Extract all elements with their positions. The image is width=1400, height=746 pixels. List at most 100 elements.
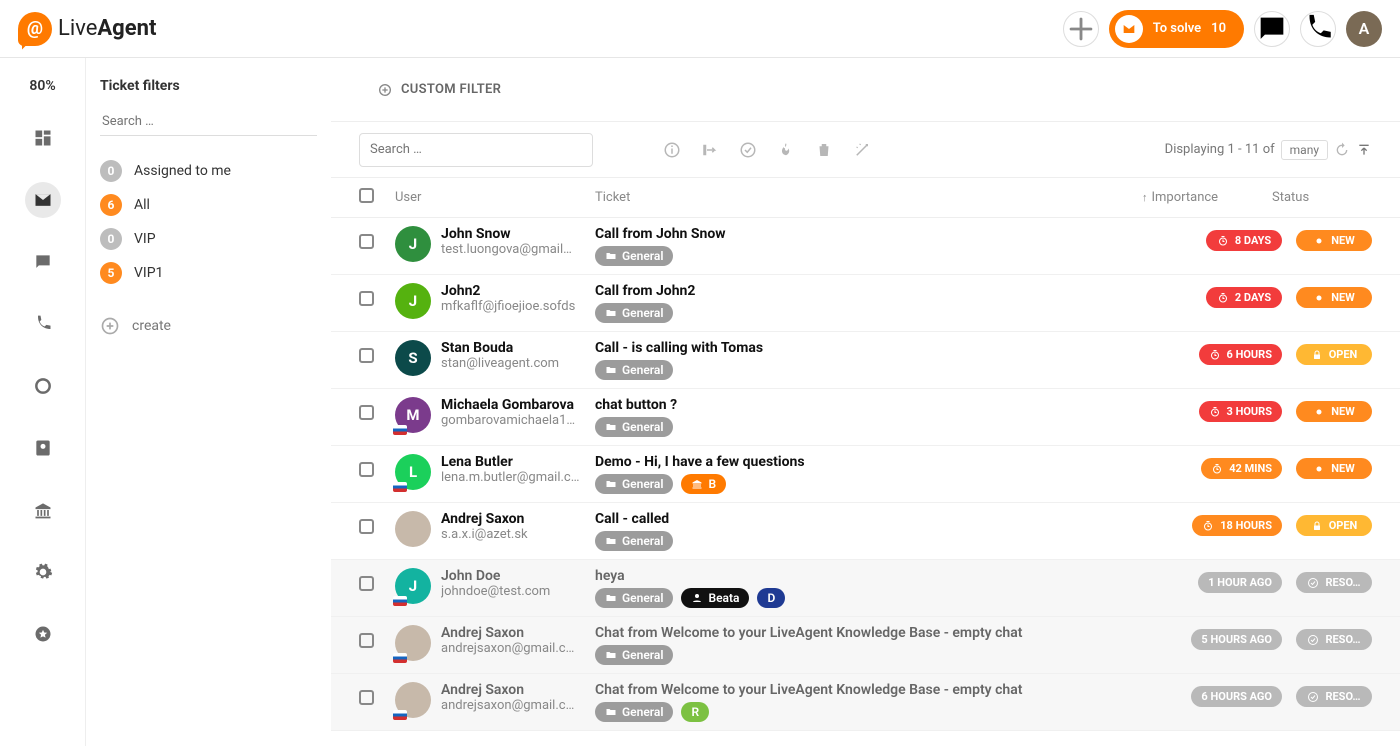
status-label: RESO…	[1325, 690, 1360, 703]
main: CUSTOM FILTER Displaying 1 - 11 of many …	[331, 58, 1400, 746]
filter-item[interactable]: 0VIP	[100, 222, 317, 256]
row-checkbox[interactable]	[359, 291, 374, 306]
ticket-search-input[interactable]	[359, 133, 593, 167]
ticket-row[interactable]: Andrej Saxon andrejsaxon@gmail.c… Chat f…	[331, 674, 1400, 731]
tag[interactable]: General	[595, 246, 673, 266]
status-pill: NEW	[1296, 230, 1372, 251]
brand-text-live: Live	[58, 16, 97, 41]
status-label: RESO…	[1325, 633, 1360, 646]
wand-icon[interactable]	[853, 141, 871, 159]
brand-text: LiveAgent	[58, 16, 156, 41]
tag[interactable]: General	[595, 702, 673, 722]
user-name: Andrej Saxon	[441, 625, 574, 641]
importance-label: 1 HOUR AGO	[1208, 576, 1272, 589]
row-checkbox[interactable]	[359, 462, 374, 477]
row-checkbox[interactable]	[359, 348, 374, 363]
topbar-right: To solve 10 A	[1063, 10, 1382, 48]
tag[interactable]: General	[595, 360, 673, 380]
new-ticket-button[interactable]	[1063, 11, 1099, 47]
tag-row: General	[595, 246, 1206, 266]
user-name: John Doe	[441, 568, 550, 584]
chat-button[interactable]	[1254, 11, 1290, 47]
avatar: L	[395, 454, 431, 490]
flame-icon[interactable]	[777, 141, 795, 159]
ticket-row[interactable]: S Stan Bouda stan@liveagent.com Call - i…	[331, 332, 1400, 389]
info-icon[interactable]	[663, 141, 681, 159]
nav-companies[interactable]	[25, 492, 61, 528]
row-checkbox[interactable]	[359, 690, 374, 705]
nav-chats[interactable]	[25, 244, 61, 280]
custom-filter-bar[interactable]: CUSTOM FILTER	[331, 58, 1400, 122]
importance-pill: 5 HOURS AGO	[1191, 629, 1282, 650]
ticket-list[interactable]: J John Snow test.luongova@gmail… Call fr…	[331, 218, 1400, 746]
filter-label: VIP	[134, 231, 156, 247]
tag-label: General	[622, 705, 663, 719]
filter-label: VIP1	[134, 265, 163, 281]
col-status[interactable]: Status	[1272, 190, 1372, 205]
nav-extensions[interactable]	[25, 616, 61, 652]
tag[interactable]: R	[681, 702, 709, 722]
row-checkbox[interactable]	[359, 633, 374, 648]
status-pill: NEW	[1296, 458, 1372, 479]
call-button[interactable]	[1300, 11, 1336, 47]
select-all-checkbox[interactable]	[359, 188, 374, 203]
scroll-top-icon[interactable]	[1356, 142, 1372, 158]
row-checkbox[interactable]	[359, 576, 374, 591]
row-checkbox[interactable]	[359, 405, 374, 420]
tag[interactable]: General	[595, 474, 673, 494]
tag[interactable]: General	[595, 303, 673, 323]
tag[interactable]: General	[595, 645, 673, 665]
ticket-row[interactable]: J John Snow test.luongova@gmail… Call fr…	[331, 218, 1400, 275]
tag-label: General	[622, 534, 663, 548]
resolve-icon[interactable]	[739, 141, 757, 159]
filter-item[interactable]: 0Assigned to me	[100, 154, 317, 188]
nav-reports[interactable]	[25, 368, 61, 404]
nav-tickets[interactable]	[25, 182, 61, 218]
tag[interactable]: General	[595, 417, 673, 437]
ticket-row[interactable]: Andrej Saxon s.a.x.i@azet.sk Call - call…	[331, 503, 1400, 560]
status-pill: RESO…	[1296, 629, 1372, 650]
ticket-row[interactable]: Andrej Saxon andrejsaxon@gmail.c… Chat f…	[331, 617, 1400, 674]
custom-filter-label: CUSTOM FILTER	[401, 82, 501, 97]
to-solve-button[interactable]: To solve 10	[1109, 10, 1244, 48]
trash-icon[interactable]	[815, 141, 833, 159]
tag[interactable]: D	[757, 588, 785, 608]
avatar: J	[395, 283, 431, 319]
nav-settings[interactable]	[25, 554, 61, 590]
status-label: NEW	[1331, 234, 1355, 247]
ticket-row[interactable]: J John Doe johndoe@test.com heya General…	[331, 560, 1400, 617]
importance-label: 3 HOURS	[1227, 405, 1272, 418]
status-pill: RESO…	[1296, 686, 1372, 707]
ticket-row[interactable]: L Lena Butler lena.m.butler@gmail.c… Dem…	[331, 446, 1400, 503]
filters-search-input[interactable]	[100, 108, 317, 136]
row-checkbox[interactable]	[359, 519, 374, 534]
plus-circle-icon	[377, 82, 393, 98]
ticket-row[interactable]: M Michaela Gombarova gombarovamichaela1……	[331, 389, 1400, 446]
transfer-icon[interactable]	[701, 141, 719, 159]
row-checkbox[interactable]	[359, 234, 374, 249]
col-ticket[interactable]: Ticket	[595, 190, 1142, 205]
tag[interactable]: Beata	[681, 588, 749, 608]
tag-row: General	[595, 360, 1199, 380]
filter-item[interactable]: 6All	[100, 188, 317, 222]
refresh-icon[interactable]	[1334, 142, 1350, 158]
nav-calls[interactable]	[25, 306, 61, 342]
status-label: NEW	[1331, 405, 1355, 418]
user-email: johndoe@test.com	[441, 584, 550, 599]
tag[interactable]: General	[595, 531, 673, 551]
filter-item[interactable]: 5VIP1	[100, 256, 317, 290]
ticket-subject: chat button ?	[595, 397, 1199, 413]
create-filter-button[interactable]: create	[100, 316, 317, 336]
progress-percent: 80%	[29, 78, 55, 94]
nav-contacts[interactable]	[25, 430, 61, 466]
nav-dashboard[interactable]	[25, 120, 61, 156]
profile-avatar[interactable]: A	[1346, 11, 1382, 47]
tag[interactable]: General	[595, 588, 673, 608]
star-icon	[33, 624, 53, 644]
pagination-total[interactable]: many	[1281, 140, 1328, 160]
ticket-row[interactable]: J John2 mfkaflf@jfioejioe.sofds Call fro…	[331, 275, 1400, 332]
brand-text-agent: Agent	[97, 16, 156, 41]
col-user[interactable]: User	[395, 190, 595, 205]
col-importance[interactable]: ↑Importance	[1142, 190, 1272, 205]
tag[interactable]: B	[681, 474, 726, 494]
